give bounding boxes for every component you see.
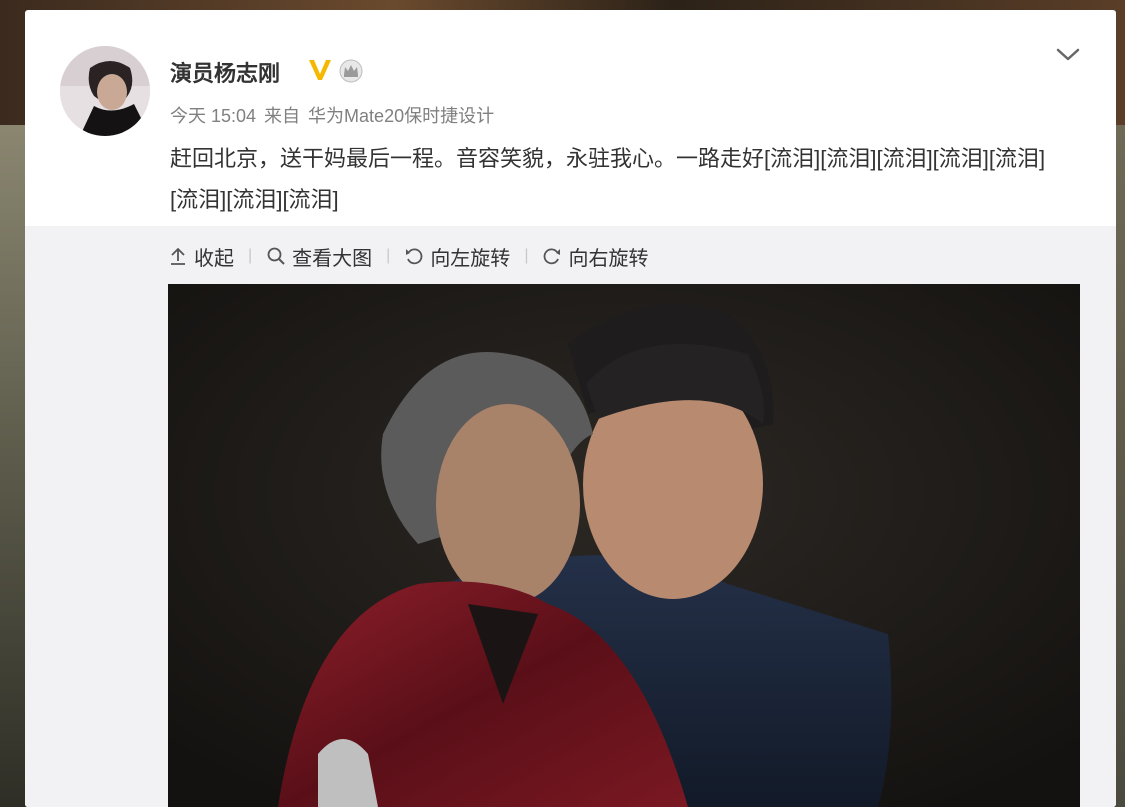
rotate-left-button[interactable]: 向左旋转 — [404, 242, 510, 271]
media-toolbar: 收起 | 查看大图 | 向左旋转 | 向右旋转 — [168, 240, 648, 272]
crown-icon[interactable] — [338, 59, 364, 83]
view-large-label: 查看大图 — [292, 247, 373, 270]
collapse-label: 收起 — [194, 247, 234, 270]
collapse-button[interactable]: 收起 — [168, 242, 234, 271]
rotate-left-label: 向左旋转 — [430, 247, 511, 270]
v-badge-icon[interactable] — [308, 57, 332, 83]
post-time[interactable]: 今天 15:04 — [170, 106, 256, 126]
avatar[interactable] — [60, 46, 150, 136]
arrow-up-icon — [171, 247, 185, 265]
post-text: 赶回北京，送干妈最后一程。音容笑貌，永驻我心。一路走好[流泪][流泪][流泪][… — [170, 146, 1046, 212]
author-name[interactable]: 演员杨志刚 — [170, 56, 280, 88]
chevron-down-icon[interactable] — [1055, 46, 1081, 64]
rotate-right-label: 向右旋转 — [568, 247, 649, 270]
source-prefix: 来自 — [264, 106, 301, 126]
post-meta: 今天 15:04 来自 华为Mate20保时捷设计 — [170, 102, 502, 128]
search-icon — [267, 247, 285, 265]
rotate-right-button[interactable]: 向右旋转 — [542, 242, 648, 271]
rotate-left-icon — [406, 248, 423, 265]
toolbar-divider: | — [248, 247, 253, 264]
view-large-button[interactable]: 查看大图 — [266, 242, 372, 271]
background-image-left — [0, 125, 25, 807]
post-source[interactable]: 华为Mate20保时捷设计 — [308, 106, 494, 126]
toolbar-divider: | — [524, 247, 529, 264]
media-expanded-panel: 收起 | 查看大图 | 向左旋转 | 向右旋转 — [25, 226, 1116, 807]
rotate-right-icon — [544, 248, 561, 265]
background-image-right — [1116, 125, 1125, 807]
toolbar-divider: | — [386, 247, 391, 264]
weibo-post-card: 演员杨志刚 今天 15:04 来自 华为Mate20保时捷设计 赶回北京，送干妈最后… — [25, 10, 1116, 807]
post-photo[interactable] — [168, 284, 1080, 807]
